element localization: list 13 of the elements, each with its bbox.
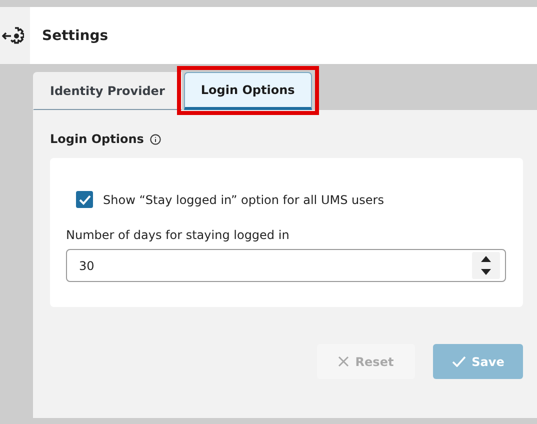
checkbox[interactable] bbox=[76, 191, 93, 208]
tab[interactable]: Identity Provider bbox=[33, 72, 182, 110]
checkbox-label: Show “Stay logged in” option for all UMS users bbox=[103, 192, 384, 206]
number-field[interactable]: 30 bbox=[66, 249, 506, 282]
info-icon[interactable] bbox=[150, 134, 161, 144]
tab[interactable]: Login Options bbox=[184, 72, 312, 110]
close-icon bbox=[338, 356, 350, 367]
down-triangle-icon bbox=[481, 269, 491, 276]
page-title: Settings bbox=[42, 28, 108, 44]
check-icon bbox=[452, 356, 466, 367]
up-triangle-icon bbox=[481, 256, 491, 262]
section-title: Login Options bbox=[50, 132, 144, 146]
field-label: Number of days for staying logged in bbox=[66, 228, 290, 242]
